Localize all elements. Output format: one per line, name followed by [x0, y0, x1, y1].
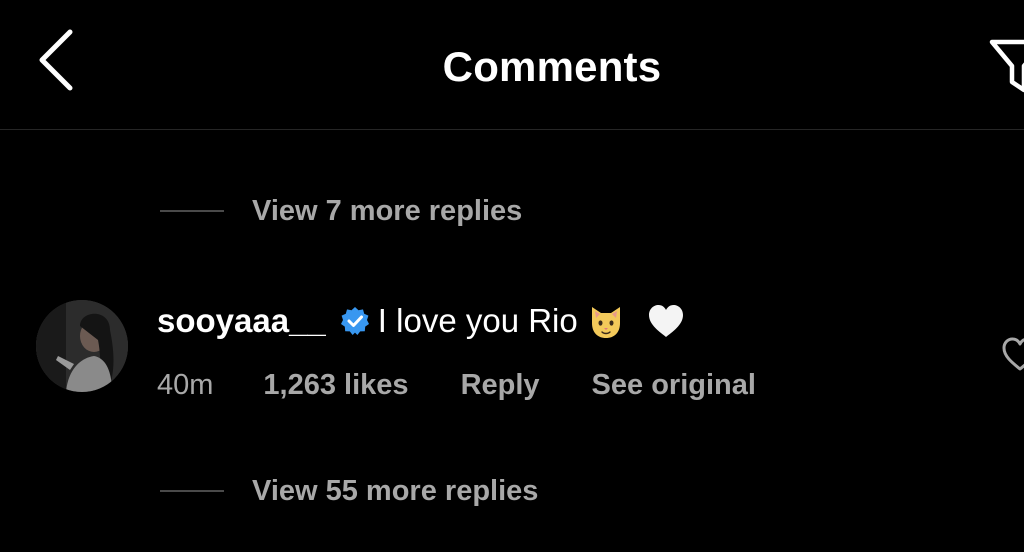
- view-more-replies-above[interactable]: View 7 more replies: [160, 191, 522, 231]
- comment-username[interactable]: sooyaaa__: [157, 302, 326, 340]
- comment-text: I love you Rio: [377, 302, 578, 339]
- likes-count[interactable]: 1,263 likes: [263, 369, 408, 402]
- cat-face-emoji-icon: [591, 307, 620, 338]
- comment-timestamp: 40m: [157, 368, 214, 401]
- profile-photo: [36, 300, 128, 392]
- comment-meta-row: 40m 1,263 likes Reply See original: [157, 365, 756, 405]
- verified-badge-icon: [340, 307, 369, 335]
- page-title: Comments: [442, 43, 662, 90]
- view-replies-label: View 7 more replies: [252, 194, 523, 227]
- heart-outline-icon: [1002, 337, 1024, 371]
- avatar[interactable]: [36, 300, 128, 392]
- see-original-button[interactable]: See original: [592, 369, 756, 402]
- reply-thread-line: [160, 490, 224, 492]
- reply-thread-line: [160, 210, 224, 212]
- white-heart-emoji-icon: [648, 305, 683, 337]
- like-button[interactable]: [1000, 336, 1024, 372]
- view-replies-label: View 55 more replies: [252, 474, 539, 507]
- view-more-replies-below[interactable]: View 55 more replies: [160, 471, 538, 511]
- reply-button[interactable]: Reply: [461, 369, 540, 402]
- comment-line: sooyaaa__ I love you Rio: [157, 298, 686, 344]
- filter-icon: [989, 39, 1024, 93]
- header-bar: Comments: [0, 0, 1024, 130]
- filter-button[interactable]: [988, 36, 1024, 96]
